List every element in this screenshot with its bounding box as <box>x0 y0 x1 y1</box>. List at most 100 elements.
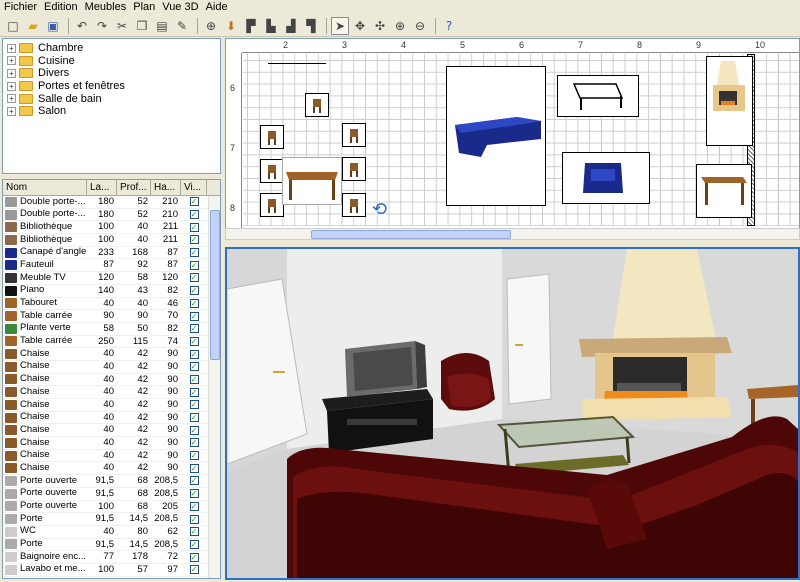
table-row[interactable]: Chaise 40 42 90 ✓ <box>3 399 220 412</box>
table-row[interactable]: Table carrée 90 90 70 ✓ <box>3 310 220 323</box>
table-row[interactable]: Chaise 40 42 90 ✓ <box>3 424 220 438</box>
table-row[interactable]: Bibliothèque 100 40 211 ✓ <box>3 221 220 235</box>
select-mode-icon[interactable]: ➤ <box>331 16 349 35</box>
table-row[interactable]: Double porte-... 180 52 210 ✓ <box>3 196 220 209</box>
zoom-out-icon[interactable]: ⊖ <box>411 17 429 35</box>
table-row[interactable]: Chaise 40 42 90 ✓ <box>3 462 220 476</box>
save-icon[interactable]: ▣ <box>44 17 62 35</box>
fireplace-plan[interactable] <box>706 56 753 146</box>
table-row[interactable]: Porte ouverte 100 68 205 ✓ <box>3 501 220 514</box>
add-furniture-icon[interactable]: ⊕ <box>202 17 220 35</box>
visible-checkbox[interactable]: ✓ <box>189 476 199 486</box>
table-row[interactable]: Lavabo et me... 100 57 97 ✓ <box>3 564 220 577</box>
catalog-item-portes[interactable]: + Portes et fenêtres <box>3 80 220 93</box>
table-row[interactable]: Porte ouverte 91,5 68 208,5 ✓ <box>3 475 220 488</box>
catalog-item-salle-de-bain[interactable]: + Salle de bain <box>3 92 220 105</box>
table-row[interactable]: Chaise 40 42 90 ✓ <box>3 437 220 450</box>
chair-plan[interactable] <box>260 193 284 217</box>
table-row[interactable]: Chaise 40 42 90 ✓ <box>3 374 220 387</box>
chair-plan[interactable] <box>342 193 366 217</box>
visible-checkbox[interactable]: ✓ <box>189 362 199 372</box>
visible-checkbox[interactable]: ✓ <box>189 527 199 537</box>
table-row[interactable]: Chaise 40 42 90 ✓ <box>3 412 220 425</box>
pan-mode-icon[interactable]: ✥ <box>351 17 369 35</box>
scrollbar-thumb[interactable] <box>210 210 220 360</box>
sofa-plan[interactable] <box>446 66 546 206</box>
visible-checkbox[interactable]: ✓ <box>189 539 199 549</box>
plan-tool-icon[interactable]: ▜ <box>302 17 320 35</box>
column-header-visible[interactable]: Vi... <box>181 180 207 195</box>
visible-checkbox[interactable]: ✓ <box>189 286 199 296</box>
visible-checkbox[interactable]: ✓ <box>189 489 199 499</box>
side-table-plan[interactable] <box>696 164 752 218</box>
catalog-item-salon[interactable]: + Salon <box>3 105 220 118</box>
menu-plan[interactable]: Plan <box>133 0 155 15</box>
visible-checkbox[interactable]: ✓ <box>189 222 199 232</box>
table-row[interactable]: Porte ouverte 91,5 68 208,5 ✓ <box>3 488 220 501</box>
zoom-in-icon[interactable]: ⊕ <box>391 17 409 35</box>
table-plan[interactable] <box>282 157 342 205</box>
visible-checkbox[interactable]: ✓ <box>189 413 199 423</box>
chair-plan[interactable] <box>260 125 284 149</box>
visible-checkbox[interactable]: ✓ <box>189 514 199 524</box>
visible-checkbox[interactable]: ✓ <box>189 400 199 410</box>
3d-view[interactable] <box>225 247 800 580</box>
copy-icon[interactable]: ❐ <box>133 17 151 35</box>
table-row[interactable]: Canapé d'angle 233 168 87 ✓ <box>3 247 220 260</box>
visible-checkbox[interactable]: ✓ <box>189 374 199 384</box>
plan-3d-splitter[interactable] <box>225 240 800 247</box>
delete-icon[interactable]: ✎ <box>173 17 191 35</box>
plan-view[interactable]: 2 3 4 5 6 7 8 9 10 6 7 8 ⟲ <box>225 38 800 240</box>
armchair-plan[interactable] <box>562 152 650 204</box>
plan-scrollbar[interactable] <box>225 228 800 240</box>
visible-checkbox[interactable]: ✓ <box>189 273 199 283</box>
visible-checkbox[interactable]: ✓ <box>189 197 199 207</box>
catalog-item-divers[interactable]: + Divers <box>3 67 220 80</box>
visible-checkbox[interactable]: ✓ <box>189 311 199 321</box>
chair-plan[interactable] <box>342 157 366 181</box>
table-scrollbar[interactable] <box>208 196 220 578</box>
create-dimensions-icon[interactable]: ▟ <box>282 17 300 35</box>
chair-plan[interactable] <box>342 123 366 147</box>
visible-checkbox[interactable]: ✓ <box>189 260 199 270</box>
menu-vue3d[interactable]: Vue 3D <box>162 0 198 15</box>
visible-checkbox[interactable]: ✓ <box>189 298 199 308</box>
visible-checkbox[interactable]: ✓ <box>189 552 199 562</box>
visible-checkbox[interactable]: ✓ <box>189 463 199 473</box>
table-row[interactable]: Chaise 40 42 90 ✓ <box>3 386 220 399</box>
table-row[interactable]: Fauteuil 87 92 87 ✓ <box>3 259 220 273</box>
catalog-item-cuisine[interactable]: + Cuisine <box>3 55 220 68</box>
redo-icon[interactable]: ↷ <box>93 17 111 35</box>
visible-checkbox[interactable]: ✓ <box>189 210 199 220</box>
visible-checkbox[interactable]: ✓ <box>189 324 199 334</box>
cut-icon[interactable]: ✂ <box>113 17 131 35</box>
visible-checkbox[interactable]: ✓ <box>189 425 199 435</box>
visible-checkbox[interactable]: ✓ <box>189 336 199 346</box>
visible-checkbox[interactable]: ✓ <box>189 565 199 575</box>
column-header-hauteur[interactable]: Ha... <box>151 180 181 195</box>
table-row[interactable]: Meuble TV 120 58 120 ✓ <box>3 272 220 285</box>
table-row[interactable]: Bibliothèque 100 40 211 ✓ <box>3 234 220 247</box>
visible-checkbox[interactable]: ✓ <box>189 235 199 245</box>
visible-checkbox[interactable]: ✓ <box>189 501 199 511</box>
table-row[interactable]: Plante verte 58 50 82 ✓ <box>3 323 220 336</box>
visible-checkbox[interactable]: ✓ <box>189 387 199 397</box>
chair-plan[interactable] <box>260 159 284 183</box>
expand-icon[interactable]: + <box>7 94 16 104</box>
table-row[interactable]: Chaise 40 42 90 ✓ <box>3 348 220 361</box>
table-row[interactable]: Baignoire enc... 77 178 72 ✓ <box>3 551 220 564</box>
column-header-profondeur[interactable]: Prof... <box>117 180 151 195</box>
table-row[interactable]: Porte 91,5 14,5 208,5 ✓ <box>3 539 220 552</box>
visible-checkbox[interactable]: ✓ <box>189 248 199 258</box>
chair-plan[interactable] <box>305 93 329 117</box>
catalog-item-chambre[interactable]: + Chambre <box>3 42 220 55</box>
rotate-handle-icon[interactable]: ⟲ <box>372 199 388 223</box>
coffee-table-plan[interactable] <box>557 75 639 117</box>
visible-checkbox[interactable]: ✓ <box>189 451 199 461</box>
expand-icon[interactable]: + <box>7 106 16 116</box>
visible-checkbox[interactable]: ✓ <box>189 438 199 448</box>
new-icon[interactable]: □ <box>4 17 22 35</box>
import-icon[interactable]: ⬇ <box>222 17 240 35</box>
table-row[interactable]: Piano 140 43 82 ✓ <box>3 285 220 298</box>
table-row[interactable]: Chaise 40 42 90 ✓ <box>3 361 220 374</box>
